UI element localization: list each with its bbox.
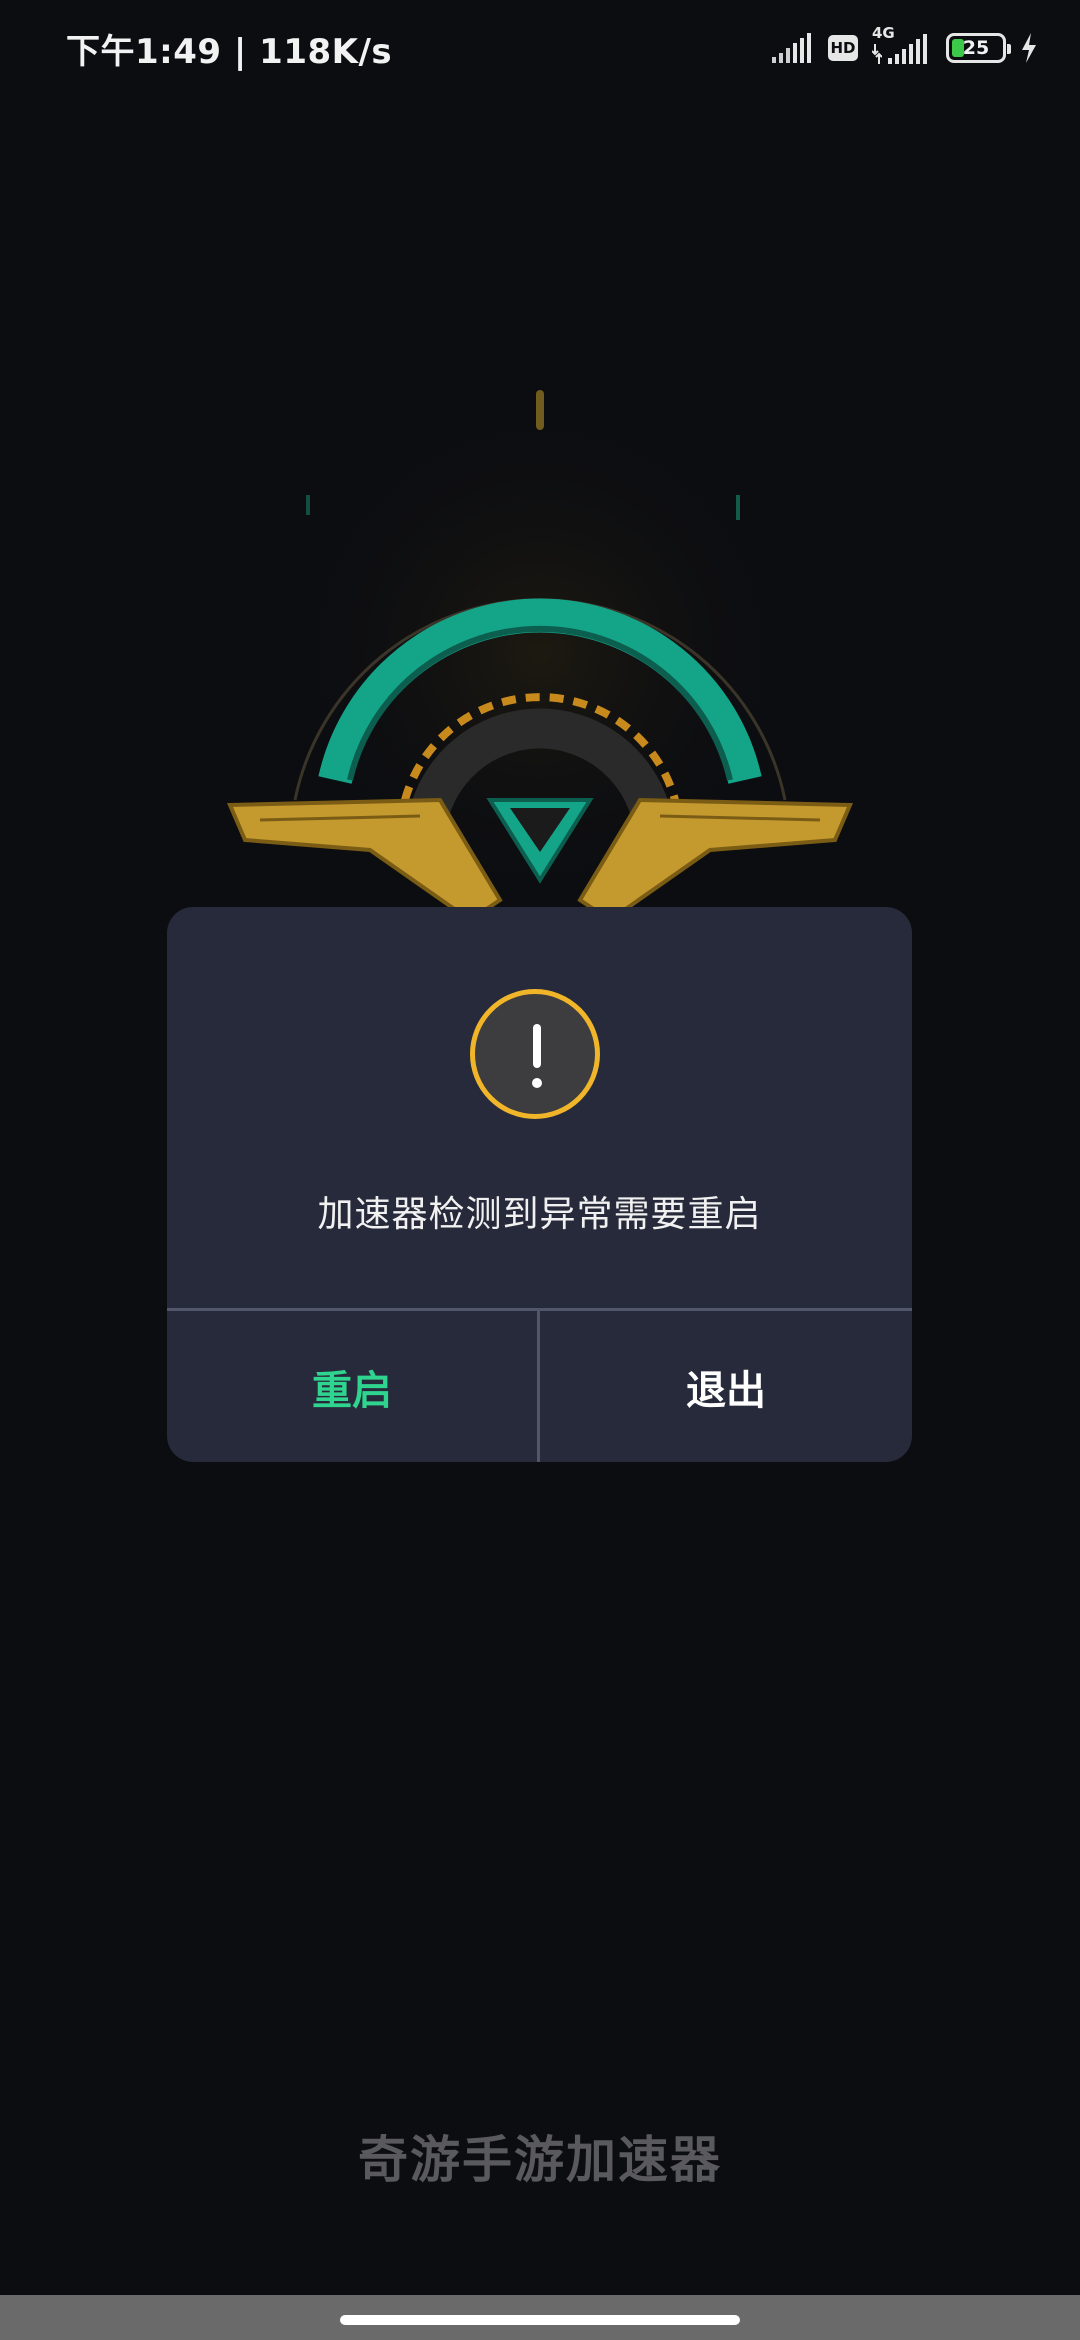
- screen: 下午1:49 | 118K/s HD 4G 25 加速器检测到异常需要重启 重启…: [0, 0, 1080, 2340]
- error-dialog: 加速器检测到异常需要重启 重启 退出: [167, 907, 912, 1462]
- exit-button[interactable]: 退出: [540, 1311, 912, 1462]
- warning-icon: [470, 989, 600, 1119]
- app-name: 奇游手游加速器: [358, 2131, 722, 2189]
- navigation-bar: [0, 2295, 1080, 2340]
- restart-button[interactable]: 重启: [167, 1311, 537, 1462]
- dialog-message: 加速器检测到异常需要重启: [317, 1194, 762, 1235]
- home-indicator[interactable]: [340, 2315, 740, 2325]
